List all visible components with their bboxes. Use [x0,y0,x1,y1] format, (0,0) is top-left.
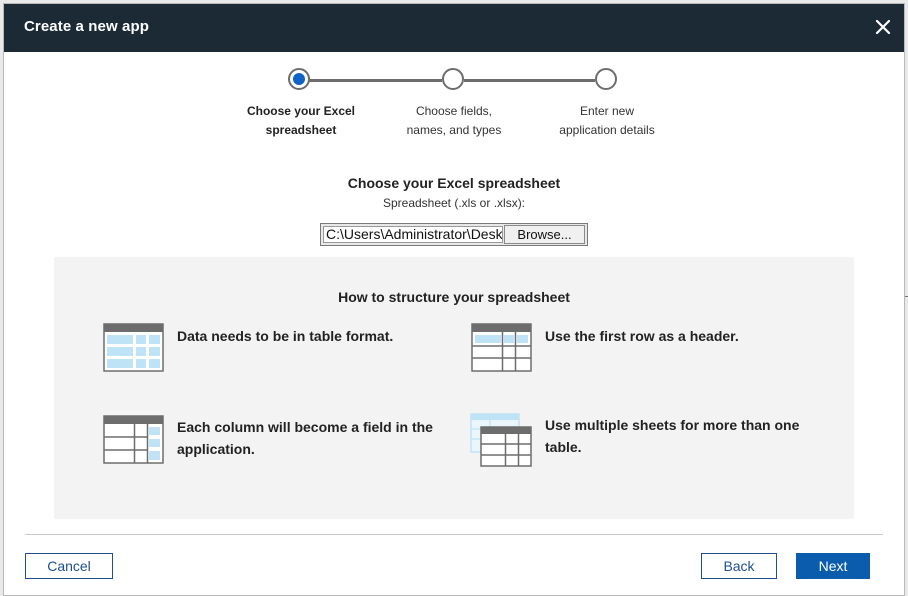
tips-heading: How to structure your spreadsheet [338,289,570,305]
next-button[interactable]: Next [796,553,870,579]
browse-button[interactable]: Browse... [504,225,585,244]
back-button[interactable]: Back [701,553,777,579]
tip-multiple-sheets-line2: table. [545,439,582,455]
tip-table-format: Data needs to be in table format. [177,328,394,344]
wizard-stepper: Choose your Excel spreadsheet Choose fie… [4,4,904,144]
upload-heading: Choose your Excel spreadsheet [347,175,561,191]
structure-tips-panel: How to structure your spreadsheet Data n… [54,257,854,519]
tip-column-field: Each column will become a field in the a… [177,416,433,460]
file-picker: C:\Users\Administrator\Desktop Browse... [320,223,588,246]
step-3-label: Enter new application details [532,102,682,140]
step-connector [464,79,595,82]
header-row-icon [471,323,532,372]
cancel-button[interactable]: Cancel [25,553,113,579]
tip-column-field-line1: Each column will become a field in the [177,419,433,435]
step-1-label-line1: Choose your Excel [246,104,356,118]
tip-header-row: Use the first row as a header. [545,328,739,344]
step-connector [309,79,442,82]
column-field-icon [103,415,164,464]
tip-multiple-sheets: Use multiple sheets for more than one ta… [545,414,799,458]
multiple-sheets-icon [470,413,532,467]
tip-multiple-sheets-line1: Use multiple sheets for more than one [545,417,800,433]
step-2-label: Choose fields, names, and types [379,102,529,140]
step-2-label-line2: names, and types [406,123,502,137]
step-2-indicator [442,68,464,90]
step-3-label-line1: Enter new [579,104,635,118]
table-format-icon [103,323,164,372]
step-3-indicator [595,68,617,90]
create-app-dialog: Create a new app Choose your Excel sprea… [3,3,905,596]
step-3-label-line2: application details [559,123,655,137]
upload-subheading: Spreadsheet (.xls or .xlsx): [382,196,526,210]
step-1-label-line2: spreadsheet [265,123,337,137]
footer-divider [25,534,883,535]
tip-column-field-line2: application. [177,441,255,457]
file-path-input[interactable]: C:\Users\Administrator\Desktop [323,226,503,243]
step-1-indicator [288,68,310,90]
step-2-label-line1: Choose fields, [415,104,493,118]
step-1-label: Choose your Excel spreadsheet [226,102,376,140]
